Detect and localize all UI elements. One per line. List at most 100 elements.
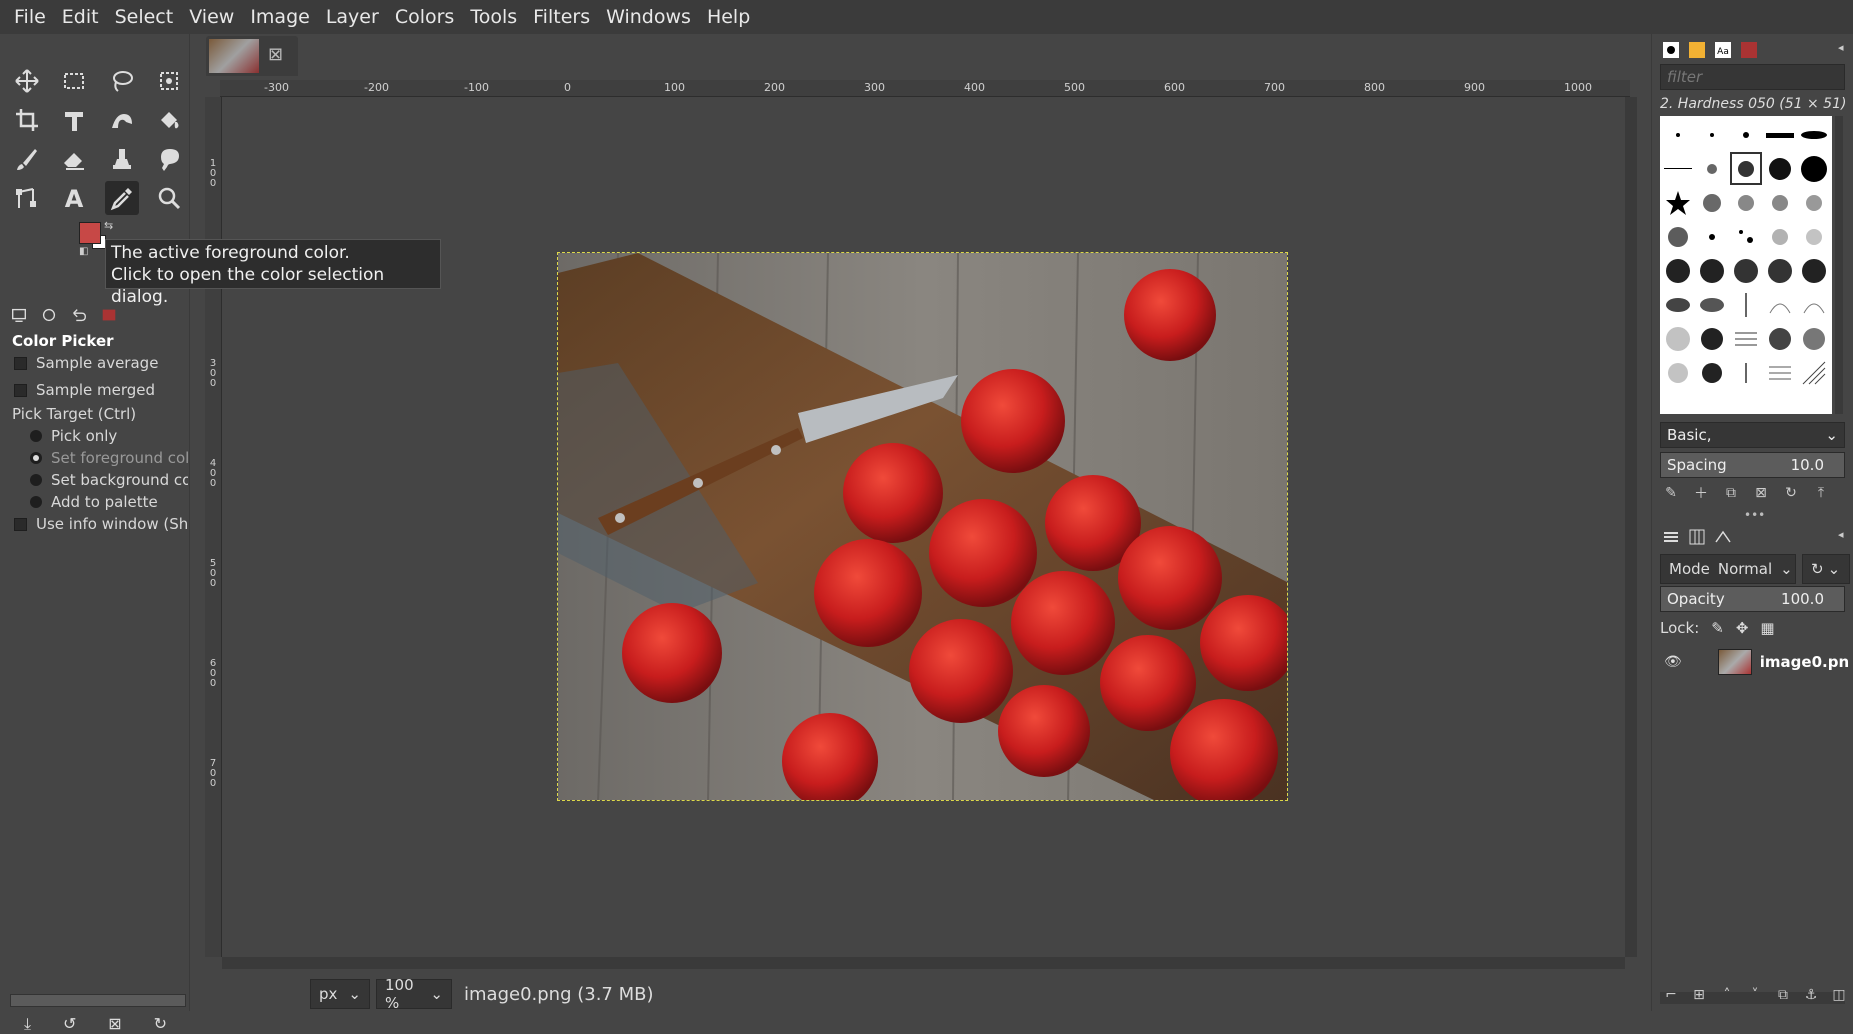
brush-item[interactable] [1797,118,1830,151]
menu-filters[interactable]: Filters [525,6,598,28]
use-info-window-option[interactable]: Use info window (Shi [8,513,188,535]
brush-item[interactable] [1696,254,1729,287]
brush-item[interactable] [1730,322,1763,355]
brush-item[interactable] [1662,322,1695,355]
lasso-tool-icon[interactable] [105,64,139,98]
device-status-tab-icon[interactable] [38,304,60,326]
sample-average-checkbox[interactable] [14,356,27,370]
text-tool-icon[interactable]: A [57,181,91,215]
menu-edit[interactable]: Edit [54,6,107,28]
warp-tool-icon[interactable] [105,103,139,137]
menu-windows[interactable]: Windows [598,6,699,28]
brush-item[interactable] [1696,118,1729,151]
brush-item[interactable] [1797,356,1830,389]
add-to-palette-option[interactable]: Add to palette [8,491,188,513]
new-layer-icon[interactable]: ⊞ [1688,984,1710,1006]
brush-item[interactable] [1797,152,1830,185]
set-foreground-option[interactable]: Set foreground colo [8,447,188,469]
brush-item[interactable] [1797,322,1830,355]
brush-item[interactable] [1763,356,1796,389]
brush-item[interactable] [1696,322,1729,355]
brush-item[interactable] [1763,288,1796,321]
menu-view[interactable]: View [181,6,242,28]
brush-item[interactable] [1763,220,1796,253]
transform-tool-icon[interactable] [57,103,91,137]
brush-item[interactable] [1662,152,1695,185]
horizontal-scrollbar[interactable] [222,957,1625,969]
brush-item[interactable] [1696,186,1729,219]
close-image-icon[interactable]: ⊠ [268,44,283,65]
brush-item[interactable] [1662,186,1695,219]
rect-select-tool-icon[interactable] [57,64,91,98]
foreground-color-swatch[interactable] [79,222,101,244]
paths-tab-icon[interactable] [1712,526,1734,548]
layer-row[interactable]: 👁 image0.pn [1660,644,1853,680]
menu-layer[interactable]: Layer [318,6,387,28]
menu-select[interactable]: Select [107,6,182,28]
paintbrush-tool-icon[interactable] [10,142,44,176]
brush-item[interactable] [1763,118,1796,151]
brush-item[interactable] [1696,356,1729,389]
brush-item[interactable] [1797,220,1830,253]
swap-colors-icon[interactable]: ⇆ [104,219,113,232]
spacing-slider[interactable]: Spacing 10.0 [1660,452,1845,478]
new-layer-group-icon[interactable]: ⌐ [1660,984,1682,1006]
patterns-tab-icon[interactable] [1686,39,1708,61]
fuzzy-select-tool-icon[interactable] [152,64,186,98]
undo-history-tab-icon[interactable] [68,304,90,326]
lock-pixels-icon[interactable]: ✎ [1711,619,1724,637]
opacity-slider[interactable]: Opacity 100.0 [1660,586,1845,612]
zoom-tool-icon[interactable] [152,181,186,215]
brush-item[interactable] [1763,152,1796,185]
brush-item[interactable] [1729,152,1763,185]
restore-options-icon[interactable]: ↺ [63,1014,76,1034]
brush-item[interactable] [1730,186,1763,219]
brush-item[interactable] [1797,186,1830,219]
use-info-window-checkbox[interactable] [14,517,27,531]
brush-filter-input[interactable]: filter [1660,64,1845,90]
menu-file[interactable]: File [6,6,54,28]
set-background-option[interactable]: Set background colo [8,469,188,491]
eye-icon[interactable]: 👁 [1664,654,1682,670]
channels-tab-icon[interactable] [1686,526,1708,548]
brush-item[interactable] [1797,254,1830,287]
brush-item[interactable] [1662,288,1695,321]
menu-image[interactable]: Image [242,6,318,28]
brush-grid[interactable] [1660,116,1832,414]
brushes-tab-icon[interactable] [1660,39,1682,61]
add-to-palette-radio[interactable] [30,496,42,508]
pick-only-option[interactable]: Pick only [8,425,188,447]
brush-item[interactable] [1763,186,1796,219]
vertical-scrollbar[interactable] [1625,97,1637,957]
color-picker-tool-icon[interactable] [105,181,139,215]
toolbox-scrollbar[interactable] [10,994,186,1007]
brush-item[interactable] [1662,254,1695,287]
brush-item[interactable] [1730,254,1763,287]
smudge-tool-icon[interactable] [152,142,186,176]
brush-item[interactable] [1730,288,1763,321]
crop-tool-icon[interactable] [10,103,44,137]
refresh-brushes-icon[interactable]: ↻ [1780,482,1802,504]
raise-layer-icon[interactable]: ˄ [1716,984,1738,1006]
menu-tools[interactable]: Tools [462,6,525,28]
brush-item[interactable] [1662,220,1695,253]
fonts-tab-icon[interactable]: Aa [1712,39,1734,61]
paths-tool-icon[interactable] [10,181,44,215]
move-tool-icon[interactable] [10,64,44,98]
document-history-tab-icon[interactable] [1738,39,1760,61]
configure-layers-tab-icon[interactable]: ◂ [1838,528,1844,541]
brush-item[interactable] [1696,152,1729,185]
save-options-icon[interactable]: ⤓ [24,1014,31,1034]
clone-tool-icon[interactable] [105,142,139,176]
mask-layer-icon[interactable]: ◫ [1828,984,1850,1006]
eraser-tool-icon[interactable] [57,142,91,176]
layer-mode-selector[interactable]: Mode Normal ⌄ [1660,554,1796,584]
tool-options-tab-icon[interactable] [8,304,30,326]
dock-separator-handle[interactable]: ••• [1744,508,1765,522]
brush-item[interactable] [1662,118,1695,151]
duplicate-brush-icon[interactable]: ⧉ [1720,482,1742,504]
layers-tab-icon[interactable] [1660,526,1682,548]
configure-tab-icon[interactable]: ◂ [1838,41,1844,54]
duplicate-layer-icon[interactable]: ⧉ [1772,984,1794,1006]
brush-item[interactable] [1730,118,1763,151]
